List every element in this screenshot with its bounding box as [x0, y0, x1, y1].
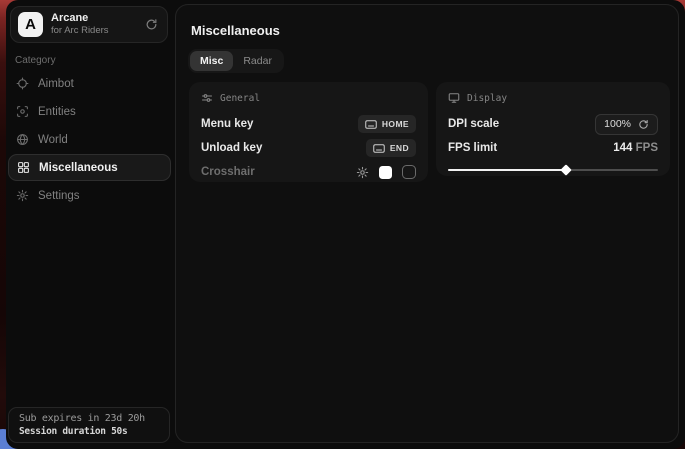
session-duration-text: Session duration 50s: [19, 426, 159, 437]
unload-key-label: Unload key: [201, 142, 262, 154]
dpi-scale-value: 100%: [604, 118, 631, 130]
sidebar-nav: Aimbot Entities: [8, 70, 171, 210]
fps-limit-row: FPS limit 144 FPS: [448, 137, 658, 159]
sidebar-item-label: Entities: [38, 106, 76, 118]
crosshair-label: Crosshair: [201, 166, 255, 178]
crosshair-settings-gear-icon[interactable]: [356, 166, 369, 179]
sliders-icon: [201, 92, 213, 104]
keyboard-icon: [373, 144, 385, 153]
scan-icon: [16, 105, 29, 118]
tab-radar[interactable]: Radar: [233, 51, 282, 71]
fps-slider-thumb[interactable]: [560, 164, 571, 175]
crosshair-controls: [356, 165, 416, 179]
dpi-scale-row: DPI scale 100%: [448, 113, 658, 135]
dpi-scale-label: DPI scale: [448, 118, 499, 130]
dpi-scale-control[interactable]: 100%: [595, 114, 658, 135]
fps-slider[interactable]: [448, 165, 658, 175]
unload-key-row: Unload key END: [201, 137, 416, 159]
sidebar-item-aimbot[interactable]: Aimbot: [8, 70, 171, 97]
fps-slider-fill: [448, 169, 566, 171]
crosshair-row: Crosshair: [201, 161, 416, 183]
panel-general-title: General: [220, 93, 260, 104]
sidebar-item-entities[interactable]: Entities: [8, 98, 171, 125]
sidebar-item-miscellaneous[interactable]: Miscellaneous: [8, 154, 171, 181]
refresh-icon: [638, 119, 649, 130]
menu-key-label: Menu key: [201, 118, 253, 130]
sidebar-item-world[interactable]: World: [8, 126, 171, 153]
unload-key-value: END: [390, 143, 409, 153]
sidebar-item-label: Settings: [38, 190, 80, 202]
fps-unit: FPS: [636, 142, 658, 154]
sidebar-item-label: Miscellaneous: [39, 162, 118, 174]
crosshair-icon: [16, 77, 29, 90]
crosshair-checkbox[interactable]: [402, 165, 416, 179]
tab-misc[interactable]: Misc: [190, 51, 233, 71]
fps-number: 144: [613, 142, 632, 154]
sidebar-item-label: Aimbot: [38, 78, 74, 90]
menu-key-button[interactable]: HOME: [358, 115, 416, 133]
unload-key-button[interactable]: END: [366, 139, 416, 157]
tab-bar: Misc Radar: [188, 49, 284, 73]
crosshair-color-swatch[interactable]: [379, 166, 392, 179]
app-subtitle: for Arc Riders: [51, 26, 145, 37]
menu-key-row: Menu key HOME: [201, 113, 416, 135]
sidebar-item-settings[interactable]: Settings: [8, 182, 171, 209]
app-card: A Arcane for Arc Riders: [10, 6, 168, 43]
desktop-background: A Arcane for Arc Riders Category: [0, 0, 685, 449]
gear-icon: [16, 189, 29, 202]
sidebar-item-label: World: [38, 134, 68, 146]
grid-icon: [17, 161, 30, 174]
fps-limit-label: FPS limit: [448, 142, 497, 154]
page-title: Miscellaneous: [191, 23, 280, 38]
panel-display: Display DPI scale 100% FPS limit: [436, 82, 670, 176]
category-label: Category: [15, 55, 56, 66]
panel-display-header: Display: [448, 92, 658, 104]
main-content: Miscellaneous Misc Radar General Menu ke…: [175, 4, 679, 443]
monitor-icon: [448, 92, 460, 104]
app-logo: A: [18, 12, 43, 37]
refresh-icon[interactable]: [145, 18, 158, 31]
fps-limit-value: 144 FPS: [613, 142, 658, 154]
globe-icon: [16, 133, 29, 146]
sidebar: A Arcane for Arc Riders Category: [6, 0, 175, 449]
menu-key-value: HOME: [382, 119, 409, 129]
keyboard-icon: [365, 120, 377, 129]
app-meta: Arcane for Arc Riders: [51, 12, 145, 37]
app-window: A Arcane for Arc Riders Category: [6, 0, 685, 449]
panel-general: General Menu key HOME Unload key: [189, 82, 428, 182]
app-title: Arcane: [51, 12, 145, 25]
sub-expiry-text: Sub expires in 23d 20h: [19, 413, 159, 424]
subscription-info: Sub expires in 23d 20h Session duration …: [8, 407, 170, 443]
panel-general-header: General: [201, 92, 416, 104]
panel-display-title: Display: [467, 93, 507, 104]
